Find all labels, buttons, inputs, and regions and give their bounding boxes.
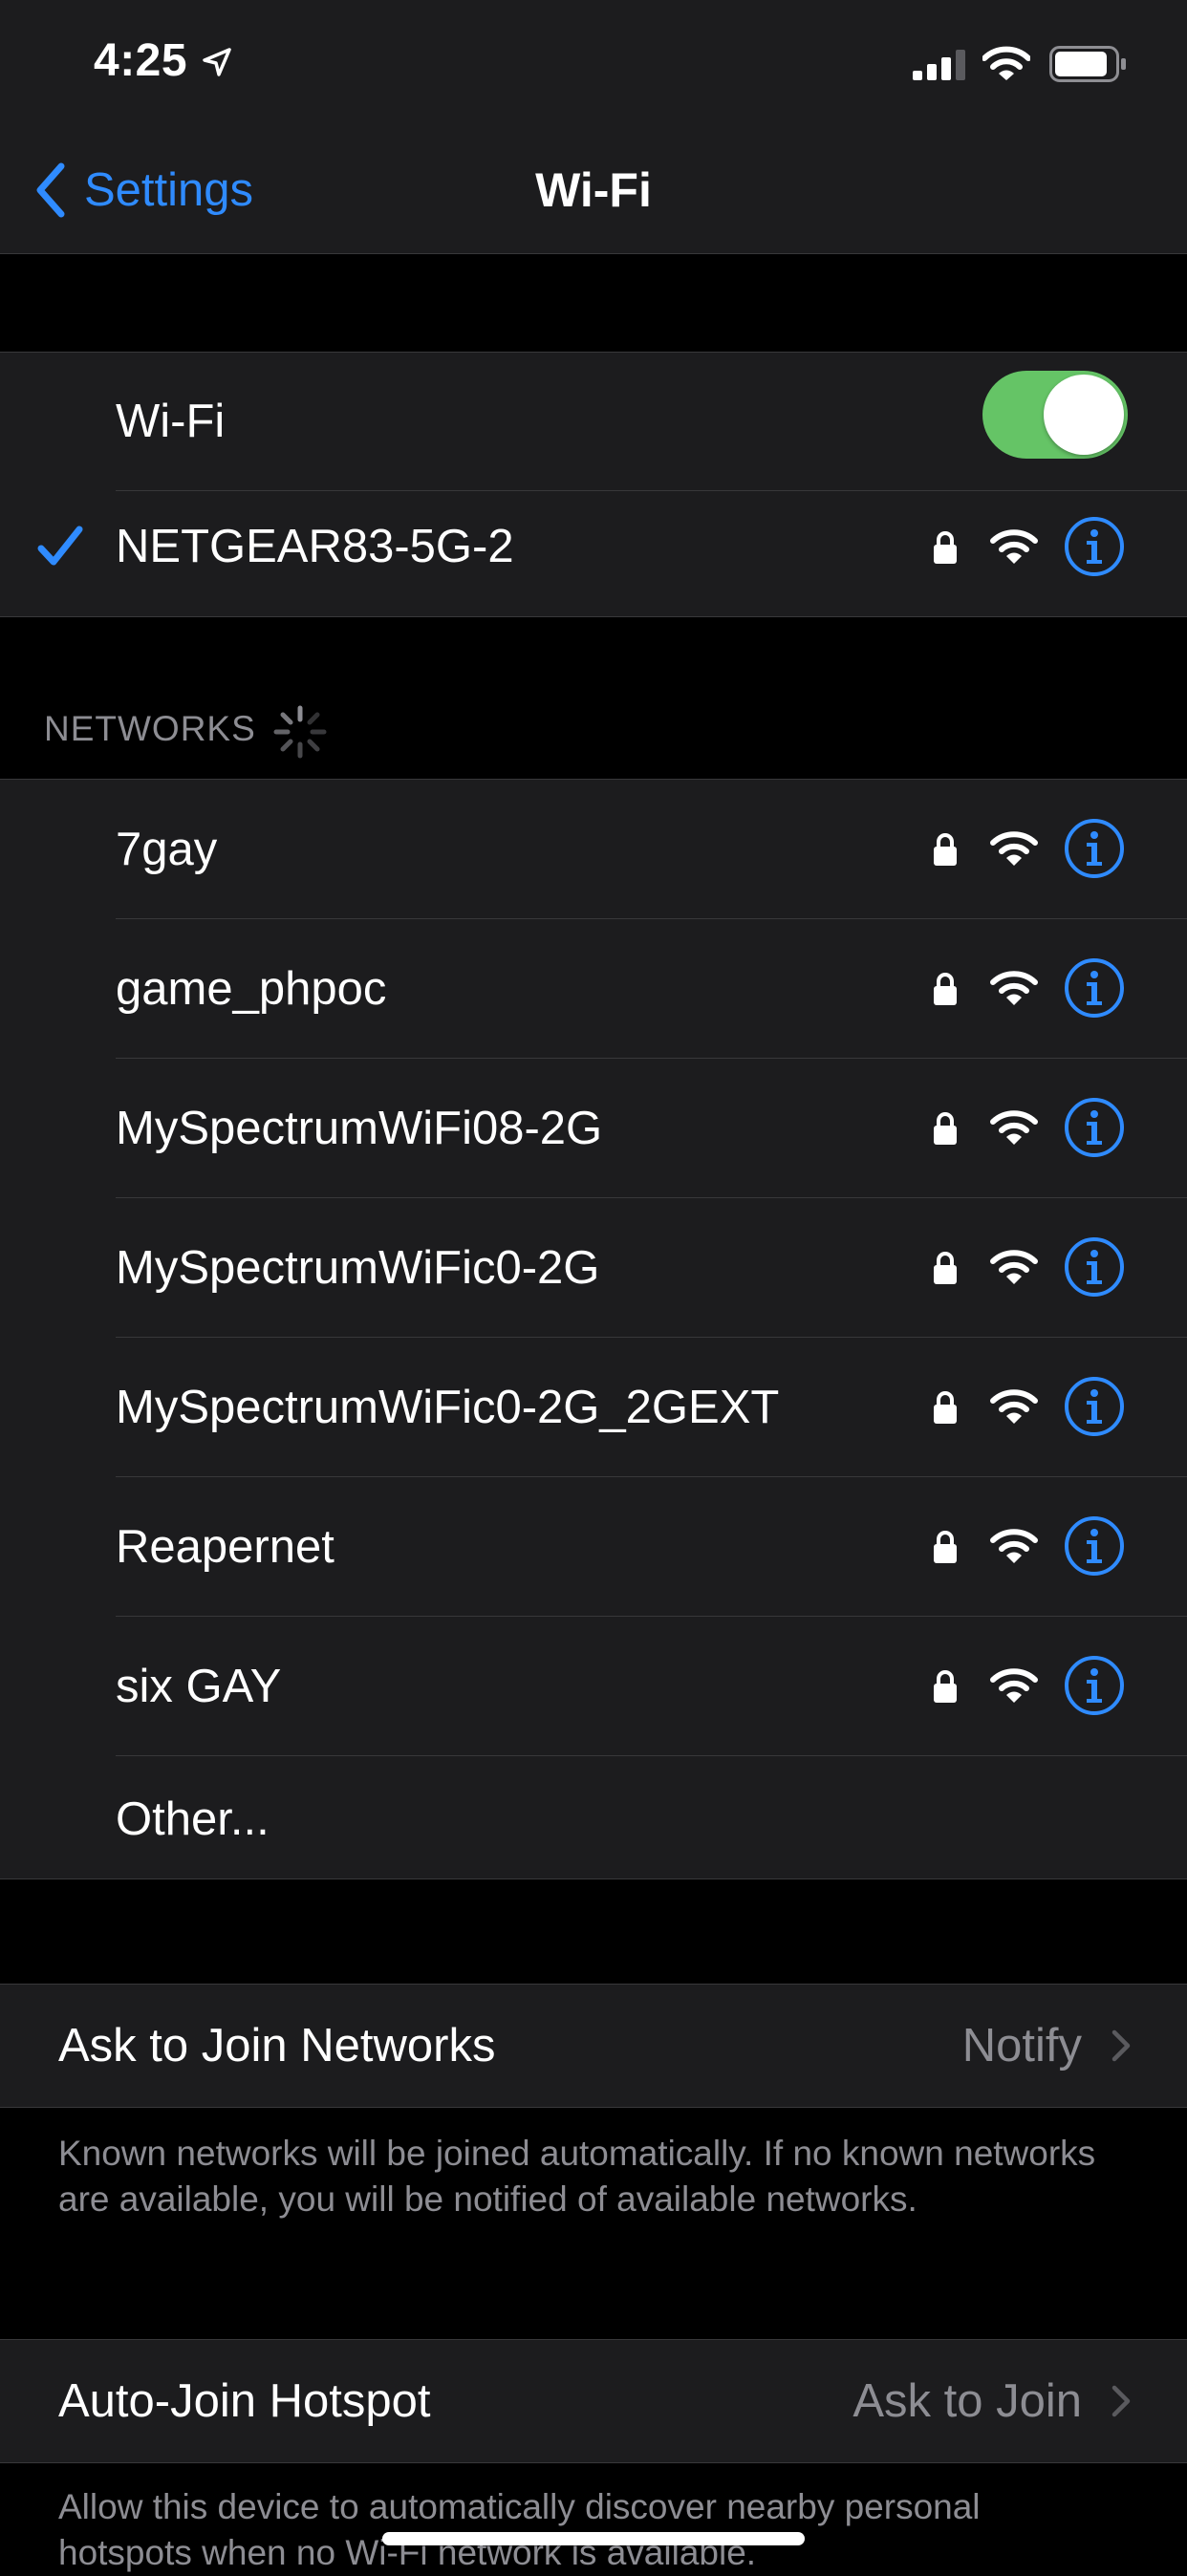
ask-to-join-label: Ask to Join Networks [58, 2020, 496, 2072]
network-row[interactable]: six GAY [0, 1617, 1187, 1756]
connected-network-name: NETGEAR83-5G-2 [116, 521, 514, 572]
network-row[interactable]: 7gay [0, 780, 1187, 919]
lock-icon [934, 1531, 957, 1563]
wifi-signal-icon [990, 1250, 1038, 1284]
chevron-right-icon [1111, 2385, 1131, 2417]
connected-network-row[interactable]: NETGEAR83-5G-2 [0, 478, 1187, 616]
network-row[interactable]: MySpectrumWiFic0-2G_2GEXT [0, 1338, 1187, 1477]
loading-spinner-icon [273, 705, 327, 759]
networks-group: 7gay game_phpoc MySpectrumWiFi08-2G MySpect… [0, 779, 1187, 1879]
battery-icon [1049, 46, 1126, 82]
lock-icon [934, 1391, 957, 1424]
toggle-knob [1044, 375, 1124, 455]
info-icon[interactable] [1064, 1097, 1125, 1158]
info-icon[interactable] [1064, 1236, 1125, 1298]
ask-to-join-footnote: Known networks will be joined automatica… [58, 2134, 1096, 2219]
network-name: MySpectrumWiFi08-2G [116, 1103, 603, 1154]
wifi-signal-icon [990, 1668, 1038, 1703]
network-row[interactable]: MySpectrumWiFic0-2G [0, 1198, 1187, 1338]
network-name: game_phpoc [116, 963, 387, 1015]
auto-join-hotspot-value: Ask to Join [852, 2375, 1082, 2427]
ask-to-join-row[interactable]: Ask to Join Networks Notify [0, 1984, 1187, 2108]
wifi-signal-icon [990, 1110, 1038, 1145]
page-title: Wi-Fi [535, 163, 652, 217]
lock-icon [934, 531, 957, 564]
wifi-signal-icon [990, 831, 1038, 866]
ask-to-join-value: Notify [961, 2020, 1082, 2072]
chevron-right-icon [1111, 2029, 1131, 2062]
info-icon[interactable] [1064, 818, 1125, 879]
auto-join-hotspot-label: Auto-Join Hotspot [58, 2375, 431, 2427]
lock-icon [934, 1112, 957, 1145]
info-icon[interactable] [1064, 1376, 1125, 1437]
info-icon[interactable] [1064, 516, 1125, 577]
location-arrow-icon [203, 48, 231, 76]
wifi-toggle-label: Wi-Fi [116, 396, 226, 447]
wifi-toggle-switch[interactable] [982, 371, 1128, 459]
networks-section-header: NETWORKS [44, 709, 256, 748]
network-row[interactable]: Reapernet [0, 1477, 1187, 1617]
network-name: six GAY [116, 1661, 282, 1712]
network-name: 7gay [116, 824, 218, 875]
wifi-signal-icon [990, 529, 1038, 564]
lock-icon [934, 973, 957, 1005]
lock-icon [934, 1252, 957, 1284]
info-icon[interactable] [1064, 1515, 1125, 1577]
network-name: Reapernet [116, 1521, 335, 1573]
info-icon[interactable] [1064, 1655, 1125, 1716]
lock-icon [934, 833, 957, 866]
wifi-status-icon [982, 46, 1030, 80]
network-name: MySpectrumWiFic0-2G [116, 1242, 600, 1294]
wifi-signal-icon [990, 971, 1038, 1005]
checkmark-icon [37, 526, 83, 566]
auto-join-hotspot-footnote: Allow this device to automatically disco… [58, 2487, 981, 2572]
cellular-signal-icon [913, 50, 965, 80]
home-indicator[interactable] [382, 2532, 805, 2545]
auto-join-hotspot-row[interactable]: Auto-Join Hotspot Ask to Join [0, 2339, 1187, 2463]
lock-icon [934, 1670, 957, 1703]
status-time: 4:25 [94, 35, 188, 86]
network-row[interactable]: game_phpoc [0, 919, 1187, 1059]
wifi-signal-icon [990, 1389, 1038, 1424]
network-name: MySpectrumWiFic0-2G_2GEXT [116, 1382, 780, 1433]
network-row[interactable]: MySpectrumWiFi08-2G [0, 1059, 1187, 1198]
other-network-label: Other... [116, 1793, 270, 1845]
other-network-row[interactable]: Other... [0, 1756, 1187, 1882]
info-icon[interactable] [1064, 957, 1125, 1019]
wifi-signal-icon [990, 1529, 1038, 1563]
